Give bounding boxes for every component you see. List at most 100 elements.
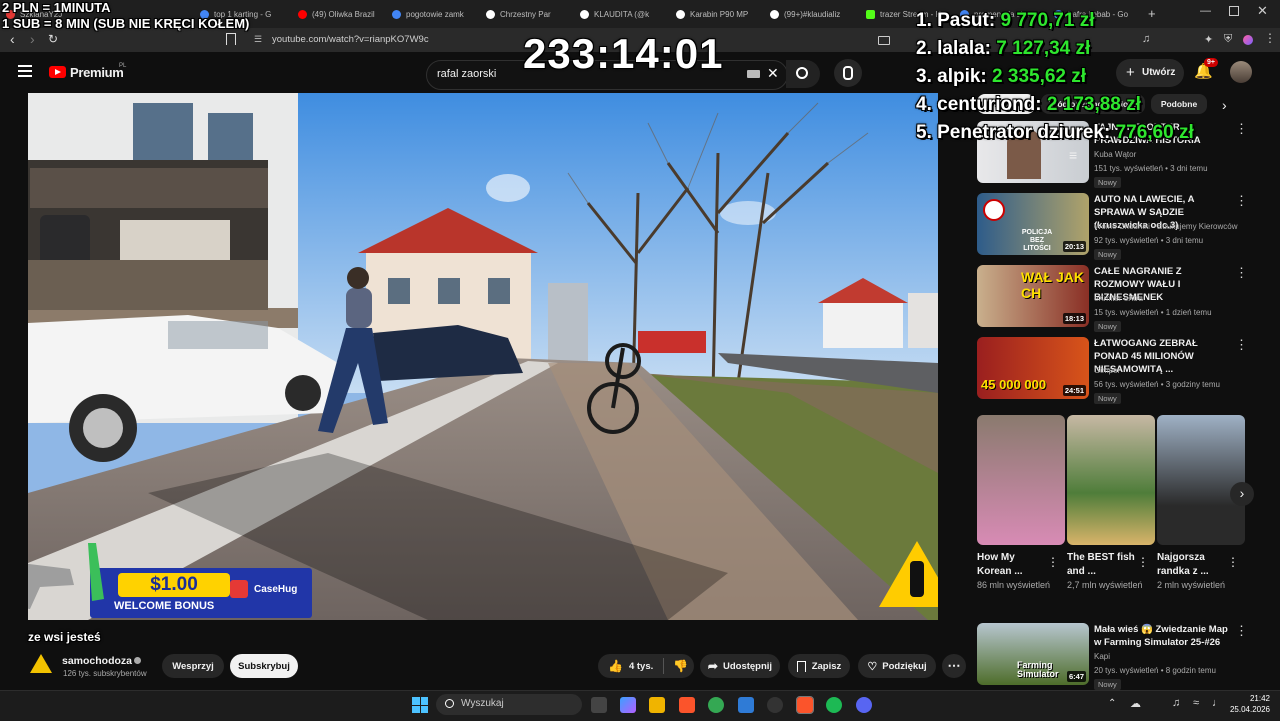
video-channel[interactable]: Kapi [1094, 652, 1110, 661]
short-item[interactable]: Najgorsza randka z ... 2 mln wyświetleń … [1157, 415, 1245, 592]
browser-tab[interactable]: Chrzestny Par [486, 4, 566, 24]
short-menu-icon[interactable]: ⋮ [1227, 555, 1239, 569]
video-menu-icon[interactable]: ⋮ [1235, 623, 1248, 639]
browser-tab[interactable]: KLAUDITA (@k [580, 4, 660, 24]
hamburger-menu-icon[interactable] [18, 65, 32, 77]
chips-next-icon[interactable]: › [1222, 97, 1227, 113]
video-thumbnail[interactable]: Farming Simulator 6:47 [977, 623, 1089, 685]
video-channel[interactable]: Wolne Chodniki - Edukujemy Kierowców [1094, 222, 1237, 231]
short-item[interactable]: The BEST fish and ... 2,7 mln wyświetleń… [1067, 415, 1155, 592]
avatar[interactable] [1230, 61, 1252, 83]
reload-icon[interactable]: ↻ [48, 32, 58, 46]
video-menu-icon[interactable]: ⋮ [1235, 265, 1248, 281]
forward-icon[interactable]: › [30, 31, 35, 47]
menu-icon[interactable]: ⋮ [1264, 31, 1276, 45]
close-window-icon[interactable]: ✕ [1257, 3, 1268, 19]
voice-search-button[interactable] [834, 59, 862, 87]
recommended-video[interactable]: 45 000 000 24:51 ŁATWOGANG ZEBRAŁ PONAD … [977, 337, 1267, 404]
cast-icon[interactable] [878, 36, 890, 45]
channel-avatar[interactable] [30, 654, 52, 673]
chip-related[interactable]: Podobne [1151, 94, 1207, 114]
youtube-logo-text[interactable]: Premium [70, 65, 124, 80]
share-button[interactable]: ➦ Udostępnij [700, 654, 780, 678]
brave-browser-icon[interactable] [679, 697, 695, 713]
music-icon[interactable]: ♫ [1142, 33, 1150, 45]
task-view-icon[interactable] [591, 697, 607, 713]
youtube-logo-icon[interactable] [49, 66, 66, 78]
keyboard-icon[interactable] [747, 70, 760, 78]
file-explorer-icon[interactable] [649, 697, 665, 713]
copilot-icon[interactable] [620, 697, 636, 713]
url-field[interactable]: youtube.com/watch?v=rianpKO7W9c [272, 34, 429, 45]
shorts-next-icon[interactable]: › [1230, 482, 1254, 506]
more-actions-icon[interactable]: ⋯ [942, 654, 966, 678]
volume-icon[interactable]: ♩ [1212, 697, 1223, 709]
browser-tab[interactable]: pogotowie zamk [392, 4, 478, 24]
profile-icon[interactable] [1243, 35, 1253, 45]
subscribe-button[interactable]: Subskrybuj [230, 654, 298, 678]
tray-overflow-icon[interactable]: ⌃ [1108, 698, 1116, 709]
create-button[interactable]: + Utwórz [1116, 59, 1184, 87]
queue-icon[interactable]: ≡ [1069, 147, 1077, 163]
spotify-icon[interactable] [826, 697, 842, 713]
video-menu-icon[interactable]: ⋮ [1235, 121, 1248, 137]
maximize-icon[interactable] [1229, 6, 1239, 16]
chrome-icon[interactable] [708, 697, 724, 713]
video-channel[interactable]: Gimper [1094, 366, 1120, 375]
short-thumbnail[interactable] [977, 415, 1065, 545]
new-badge: Nowy [1094, 679, 1121, 690]
new-tab-button[interactable]: + [1148, 6, 1156, 21]
taskbar-search[interactable]: Wyszukaj [436, 694, 582, 715]
back-icon[interactable]: ‹ [10, 31, 15, 47]
thanks-button[interactable]: ♡ Podziękuj [858, 654, 936, 678]
wifi-icon[interactable]: ≈ [1193, 697, 1199, 709]
like-count[interactable]: 4 tys. [629, 661, 653, 672]
discord-icon[interactable] [856, 697, 872, 713]
thumbs-down-icon[interactable]: 👎 [673, 659, 688, 673]
clear-search-icon[interactable]: ✕ [767, 65, 779, 82]
short-views: 2,7 mln wyświetleń [1067, 580, 1143, 590]
video-menu-icon[interactable]: ⋮ [1235, 337, 1248, 353]
microphone-tray-icon[interactable]: ♫ [1172, 697, 1180, 709]
site-info-icon[interactable]: ☰ [254, 34, 262, 45]
store-icon[interactable] [738, 697, 754, 713]
video-channel[interactable]: Kuba Wątor [1094, 150, 1136, 159]
browser-tab[interactable]: (49) Oliwka Brazil [298, 4, 384, 24]
clock[interactable]: 21:42 25.04.2026 [1224, 693, 1270, 715]
short-menu-icon[interactable]: ⋮ [1137, 555, 1149, 569]
short-thumbnail[interactable] [1067, 415, 1155, 545]
search-value: rafal zaorski [437, 68, 497, 80]
recommended-video[interactable]: Farming Simulator 6:47 Mała wieś 😱 Zwied… [977, 623, 1267, 690]
video-title[interactable]: Mała wieś 😱 Zwiedzanie Map w Farming Sim… [1094, 623, 1232, 649]
browser-tab[interactable]: Karabin P90 MP [676, 4, 758, 24]
save-button[interactable]: Zapisz [788, 654, 850, 678]
short-title[interactable]: The BEST fish and ... [1067, 551, 1139, 579]
short-thumbnail[interactable] [1157, 415, 1245, 545]
network-icon[interactable]: ☁ [1130, 697, 1141, 710]
video-player[interactable]: $1.00 WELCOME BONUS CaseHug [28, 93, 938, 620]
bookmark-icon[interactable] [226, 33, 236, 45]
short-item[interactable]: How My Korean ... 86 mln wyświetleń ⋮ [977, 415, 1065, 592]
rate-line-2: 1 SUB = 8 MIN (SUB NIE KRĘCI KOŁEM) [2, 16, 250, 31]
brave-active-icon[interactable] [796, 696, 814, 714]
extensions-icon[interactable]: ✦ [1204, 33, 1213, 46]
windows-start-icon[interactable] [412, 697, 428, 713]
video-thumbnail[interactable]: POLICJA BEZ LITOŚCI 20:13 [977, 193, 1089, 255]
thumbs-up-icon[interactable]: 👍 [608, 659, 623, 673]
recommended-video[interactable]: WAŁ JAK CH 18:13 CAŁE NAGRANIE Z ROZMOWY… [977, 265, 1267, 332]
video-thumbnail[interactable]: 45 000 000 24:51 [977, 337, 1089, 399]
short-title[interactable]: How My Korean ... [977, 551, 1049, 579]
video-menu-icon[interactable]: ⋮ [1235, 193, 1248, 209]
search-button[interactable] [786, 60, 820, 88]
short-title[interactable]: Najgorsza randka z ... [1157, 551, 1229, 579]
shield-icon[interactable]: ⛨ [1224, 33, 1232, 46]
browser-tab[interactable]: (99+)#klaudializ [770, 4, 852, 24]
recommended-video[interactable]: POLICJA BEZ LITOŚCI 20:13 AUTO NA LAWECI… [977, 193, 1267, 260]
support-button[interactable]: Wesprzyj [162, 654, 224, 678]
short-menu-icon[interactable]: ⋮ [1047, 555, 1059, 569]
channel-name[interactable]: samochodoza [62, 655, 132, 667]
video-channel[interactable]: eXmiter eXtra [1094, 294, 1143, 303]
obs-icon[interactable] [767, 697, 783, 713]
video-thumbnail[interactable]: WAŁ JAK CH 18:13 [977, 265, 1089, 327]
minimize-icon[interactable]: — [1200, 5, 1211, 17]
